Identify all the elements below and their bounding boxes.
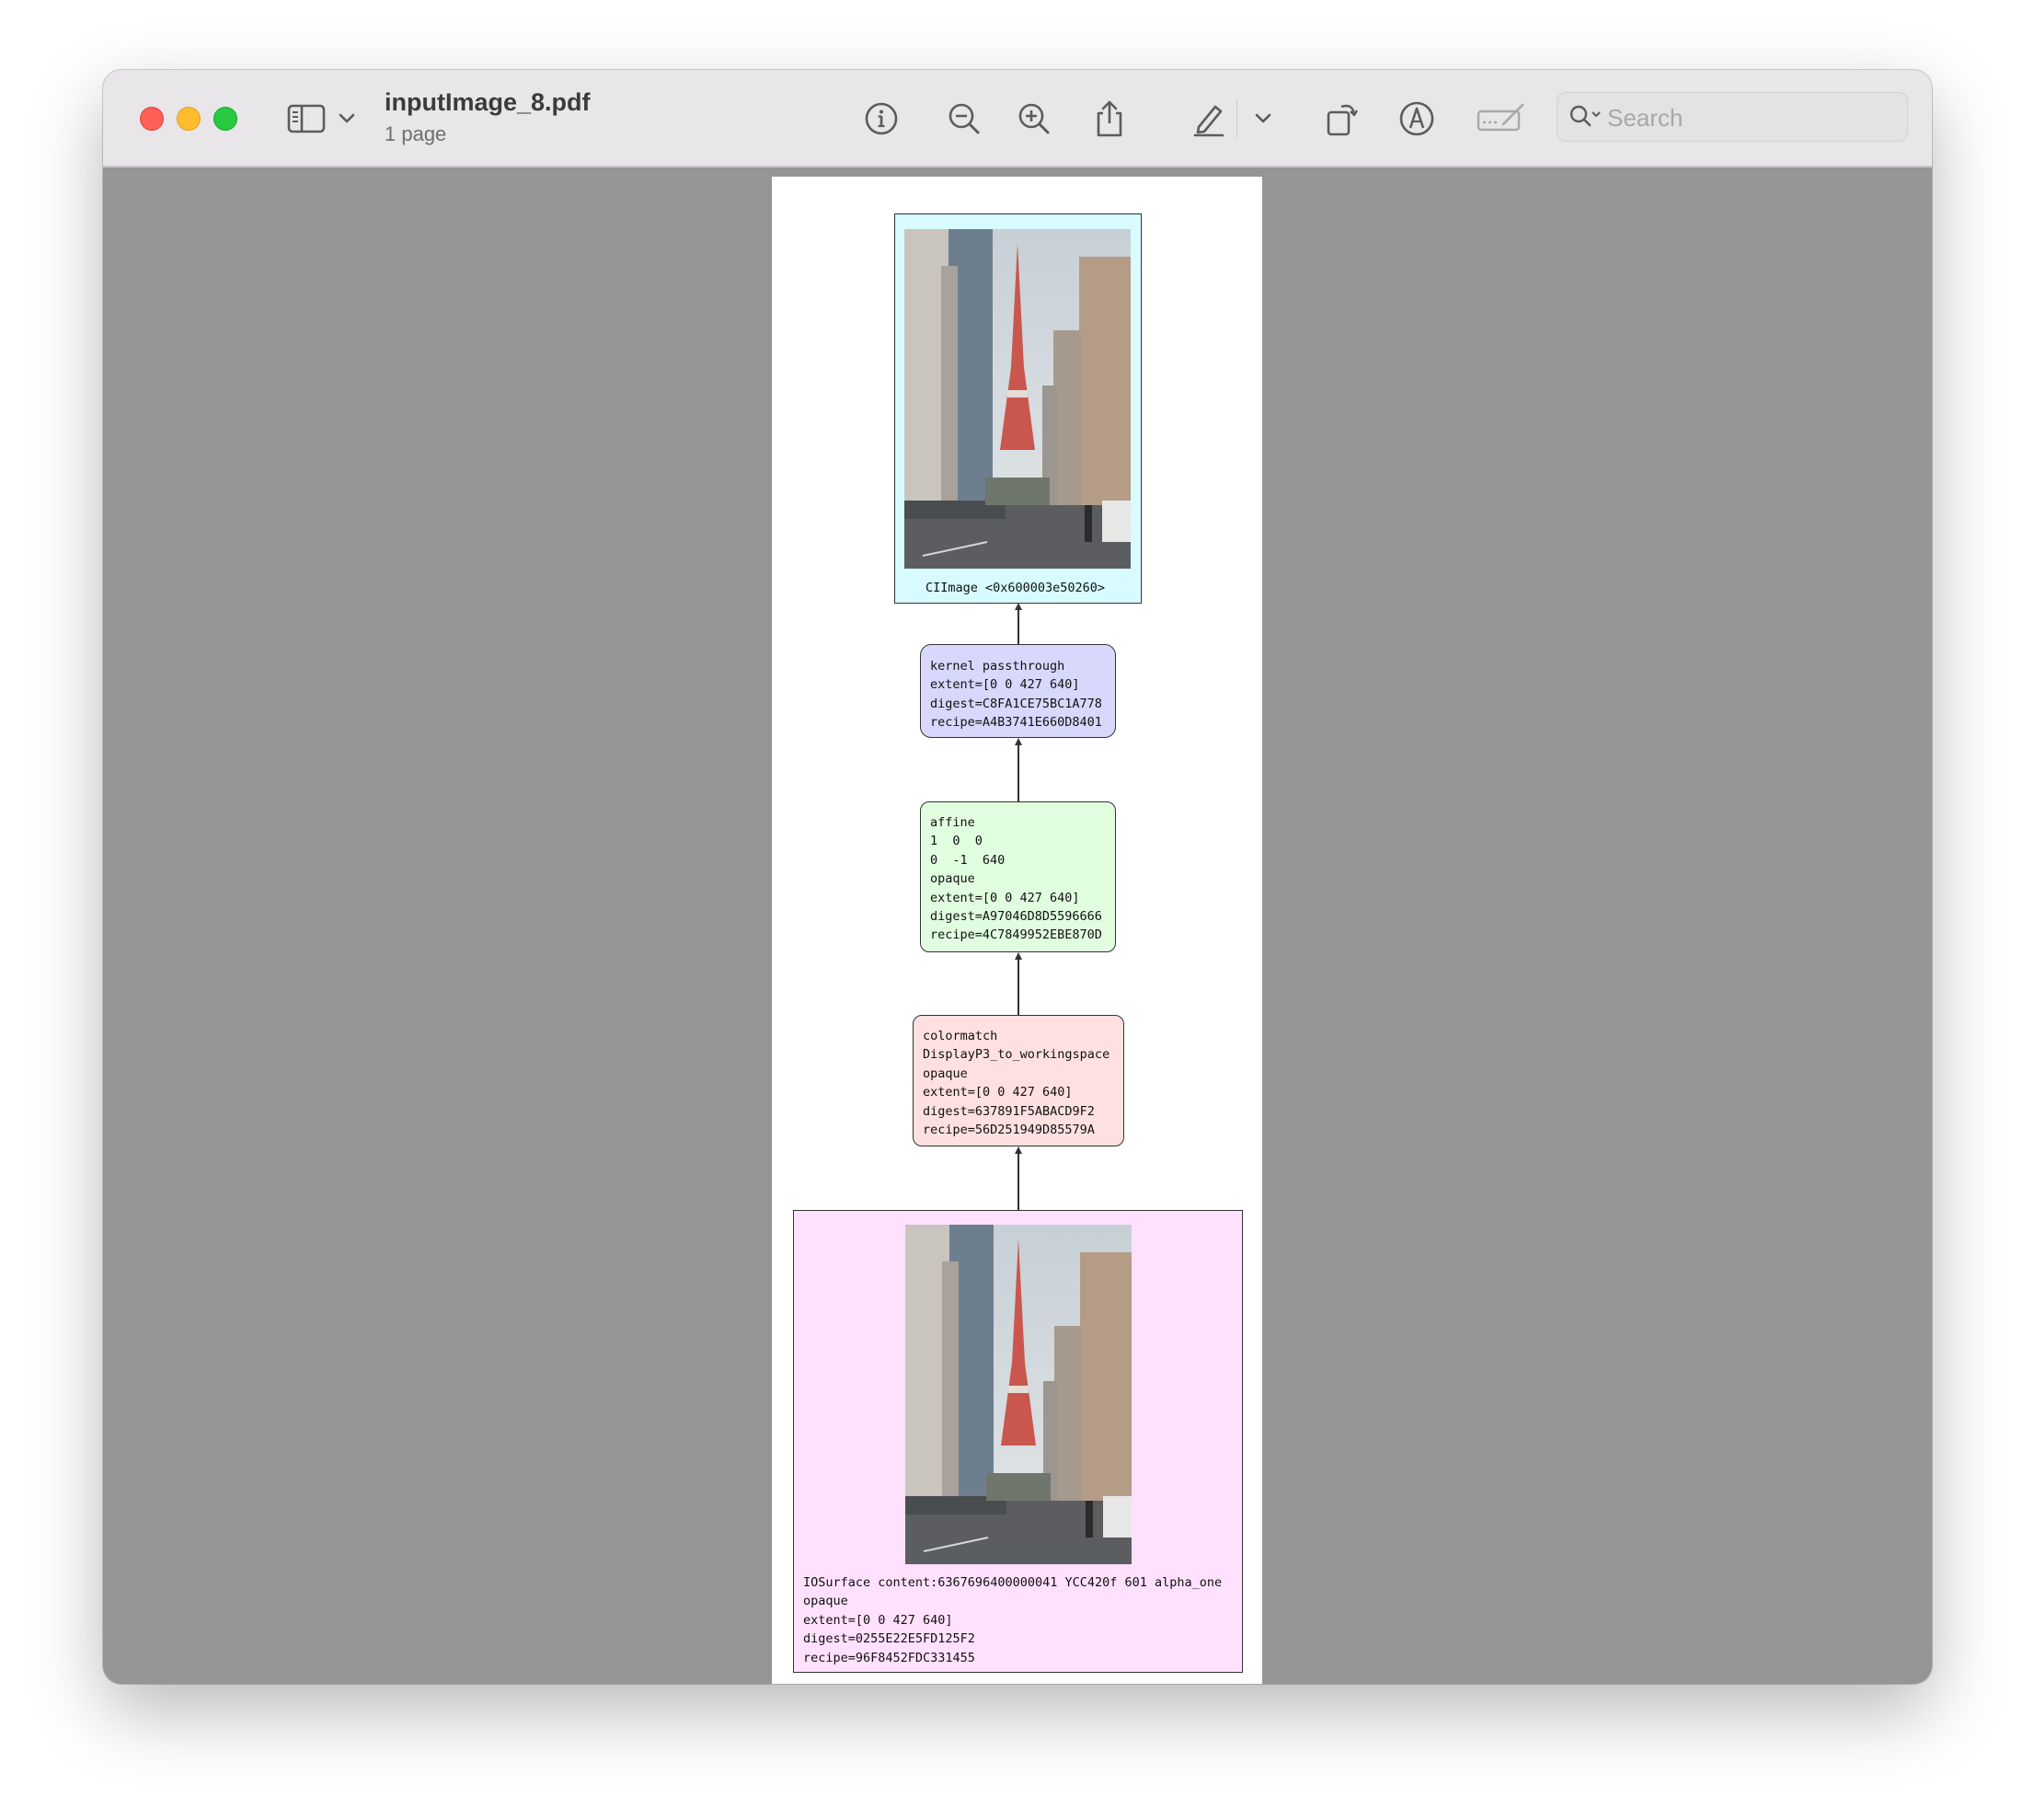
node-line: digest=A97046D8D5596666	[930, 909, 1102, 925]
toolbar-divider	[1236, 99, 1237, 138]
pdf-page: CIImage <0x600003e50260> kernel passthro…	[772, 177, 1262, 1684]
search-icon	[1569, 104, 1602, 134]
edge-line	[1018, 959, 1019, 1015]
node-line: DisplayP3_to_workingspace	[923, 1047, 1110, 1063]
node-line: extent=[0 0 427 640]	[803, 1612, 953, 1628]
iosurface-text: IOSurface content:6367696400000041 YCC42…	[803, 1573, 1222, 1667]
node-line: recipe=56D251949D85579A	[923, 1123, 1095, 1138]
document-page-count: 1 page	[385, 122, 447, 145]
zoom-out-icon[interactable]	[940, 95, 988, 143]
info-icon[interactable]	[857, 95, 905, 143]
edge-arrowhead	[1014, 603, 1022, 610]
node-line: 1 0 0	[930, 834, 983, 849]
rotate-icon[interactable]	[1317, 95, 1365, 143]
edge-line	[1018, 1153, 1019, 1210]
chevron-down-icon[interactable]	[1249, 95, 1277, 143]
node-line: extent=[0 0 427 640]	[930, 677, 1080, 693]
edge-arrowhead	[1014, 738, 1022, 745]
chevron-down-icon[interactable]	[333, 95, 361, 143]
node-line: opaque	[923, 1066, 968, 1081]
node-line: opaque	[930, 871, 975, 887]
node-line: 0 -1 640	[930, 852, 1006, 868]
node-line: colormatch	[923, 1029, 998, 1043]
node-line: extent=[0 0 427 640]	[923, 1085, 1073, 1100]
preview-window: inputImage_8.pdf 1 page Search CIImage <…	[103, 70, 1932, 1684]
iosurface-input-node: IOSurface content:6367696400000041 YCC42…	[793, 1210, 1243, 1673]
node-line: recipe=96F8452FDC331455	[803, 1650, 975, 1665]
search-input[interactable]	[1605, 100, 1894, 135]
node-line: affine	[930, 815, 975, 830]
node-line: opaque	[803, 1594, 848, 1609]
markup-icon[interactable]	[1393, 95, 1441, 143]
kernel-passthrough-node: kernel passthrough extent=[0 0 427 640] …	[920, 644, 1116, 738]
ciimage-caption: CIImage <0x600003e50260>	[926, 581, 1106, 595]
share-icon[interactable]	[1086, 95, 1133, 143]
ciimage-output-node: CIImage <0x600003e50260>	[894, 213, 1142, 604]
close-window-button[interactable]	[140, 107, 164, 131]
node-line: digest=0255E22E5FD125F2	[803, 1631, 975, 1647]
node-line: recipe=4C7849952EBE870D	[930, 927, 1102, 943]
affine-node: affine 1 0 0 0 -1 640 opaque extent=[0 0…	[920, 801, 1116, 952]
node-line: kernel passthrough	[930, 659, 1065, 674]
minimize-window-button[interactable]	[177, 107, 201, 131]
colormatch-node: colormatch DisplayP3_to_workingspace opa…	[913, 1015, 1124, 1146]
node-line: digest=C8FA1CE75BC1A778	[930, 696, 1102, 711]
highlight-pen-icon[interactable]	[1185, 95, 1233, 143]
sidebar-icon[interactable]	[283, 95, 331, 143]
tokyo-tower-photo	[904, 229, 1131, 569]
node-line: IOSurface content:6367696400000041 YCC42…	[803, 1575, 1223, 1590]
signature-icon[interactable]	[1474, 95, 1529, 143]
edge-arrowhead	[1014, 1146, 1022, 1154]
zoom-window-button[interactable]	[213, 107, 237, 131]
node-line: recipe=A4B3741E660D8401	[930, 715, 1102, 731]
edge-arrowhead	[1014, 952, 1022, 960]
tokyo-tower-photo	[905, 1225, 1132, 1564]
document-title: inputImage_8.pdf	[385, 88, 591, 116]
edge-line	[1018, 744, 1019, 801]
node-line: extent=[0 0 427 640]	[930, 890, 1080, 905]
search-field[interactable]	[1557, 92, 1908, 142]
node-line: digest=637891F5ABACD9F2	[923, 1103, 1095, 1119]
title-bar: inputImage_8.pdf 1 page	[103, 70, 1932, 167]
zoom-in-icon[interactable]	[1010, 95, 1058, 143]
edge-line	[1018, 609, 1019, 644]
